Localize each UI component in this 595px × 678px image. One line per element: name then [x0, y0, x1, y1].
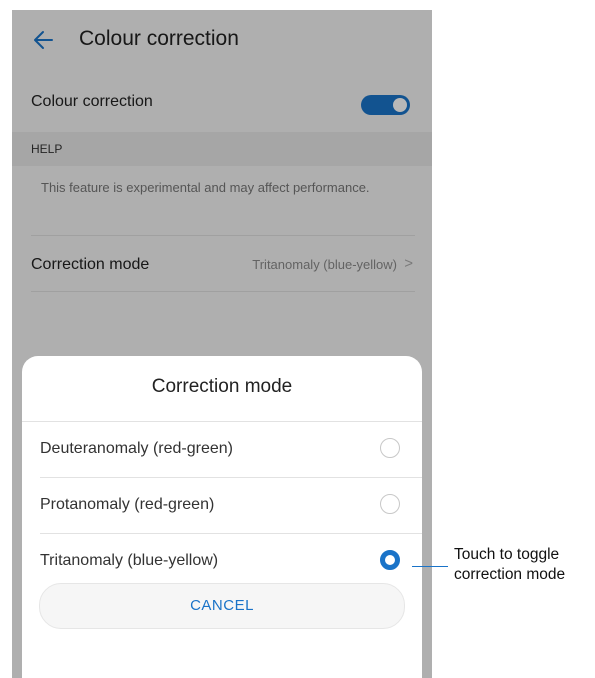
radio-deuteranomaly[interactable]: [380, 438, 400, 458]
callout-line-1: Touch to toggle: [454, 546, 560, 563]
cancel-button[interactable]: CANCEL: [39, 583, 405, 629]
option-label: Protanomaly (red-green): [40, 496, 215, 513]
phone-screen: Colour correction Colour correction HELP…: [12, 10, 432, 678]
callout-text: Touch to toggle correction mode: [454, 545, 594, 585]
radio-tritanomaly-selected[interactable]: [380, 550, 400, 570]
option-label: Tritanomaly (blue-yellow): [40, 552, 219, 569]
callout-line: [412, 566, 448, 567]
dialog-title: Correction mode: [151, 376, 293, 397]
option-deuteranomaly[interactable]: Deuteranomaly (red-green): [22, 421, 422, 477]
callout-line-2: correction mode: [454, 566, 566, 583]
option-label: Deuteranomaly (red-green): [40, 440, 233, 457]
option-protanomaly[interactable]: Protanomaly (red-green): [22, 477, 422, 533]
correction-mode-dialog: Correction mode Deuteranomaly (red-green…: [22, 356, 422, 678]
radio-protanomaly[interactable]: [380, 494, 400, 514]
option-tritanomaly[interactable]: Tritanomaly (blue-yellow): [22, 533, 422, 589]
